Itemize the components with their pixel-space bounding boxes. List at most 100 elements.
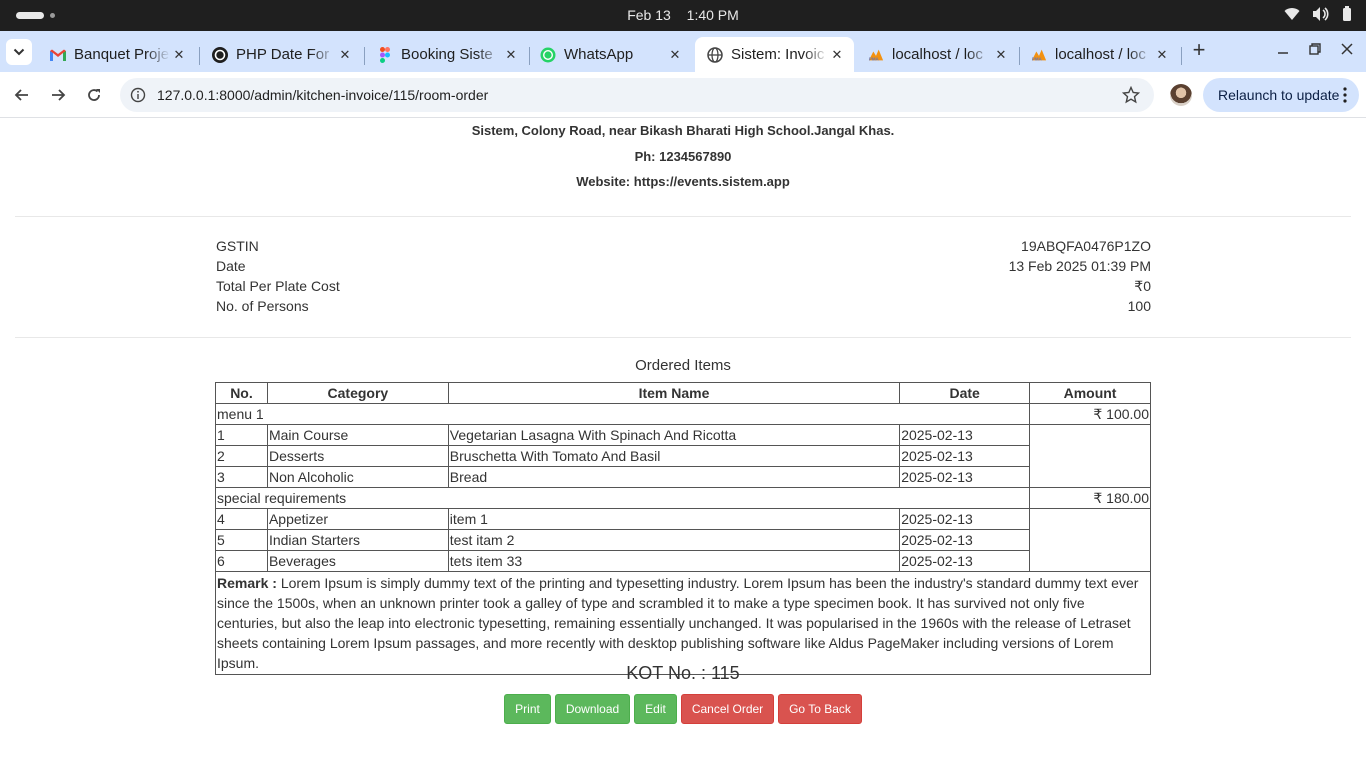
info-label: Date <box>216 258 246 274</box>
info-row-plate-cost: Total Per Plate Cost ₹0 <box>215 278 1151 298</box>
reload-icon[interactable] <box>84 85 104 105</box>
os-time: 1:40 PM <box>686 7 739 23</box>
row-item: test itam 2 <box>447 529 901 551</box>
invoice-page: Sistem, Colony Road, near Bikash Bharati… <box>0 119 1366 768</box>
table-row: 6 Beverages tets item 33 2025-02-13 <box>215 550 1151 572</box>
profile-avatar[interactable] <box>1170 84 1192 106</box>
close-icon[interactable]: ✕ <box>336 47 354 63</box>
tab-localhost-2[interactable]: PMA localhost / loc ✕ <box>1019 37 1179 72</box>
row-no: 2 <box>215 445 268 467</box>
tab-title: Sistem: Invoic <box>731 46 825 63</box>
minimize-button[interactable] <box>1277 42 1289 58</box>
row-category: Desserts <box>266 445 449 467</box>
whatsapp-icon <box>540 47 556 63</box>
volume-icon <box>1313 7 1329 21</box>
group-amount: ₹ 100.00 <box>1029 403 1151 425</box>
svg-text:PMA: PMA <box>869 56 880 61</box>
system-tray[interactable] <box>1284 6 1352 22</box>
row-no: 1 <box>215 424 268 446</box>
tab-title: PHP Date For <box>236 46 330 63</box>
close-icon[interactable]: ✕ <box>828 47 846 63</box>
os-clock[interactable]: Feb 13 1:40 PM <box>0 7 1366 23</box>
info-row-date: Date 13 Feb 2025 01:39 PM <box>215 258 1151 278</box>
close-window-button[interactable] <box>1341 42 1353 58</box>
tab-sistem-invoice[interactable]: Sistem: Invoic ✕ <box>695 37 854 72</box>
close-icon[interactable]: ✕ <box>666 47 684 63</box>
close-icon[interactable]: ✕ <box>502 47 520 63</box>
os-date: Feb 13 <box>627 7 671 23</box>
row-item: Vegetarian Lasagna With Spinach And Rico… <box>447 424 901 446</box>
column-header: No. <box>215 382 268 404</box>
row-item: Bruschetta With Tomato And Basil <box>447 445 901 467</box>
tab-whatsapp[interactable]: WhatsApp ✕ <box>528 37 692 72</box>
row-date: 2025-02-13 <box>899 508 1031 530</box>
row-no: 3 <box>215 466 268 488</box>
forward-arrow-icon[interactable] <box>48 85 68 105</box>
relaunch-label: Relaunch to update <box>1218 87 1340 103</box>
row-date: 2025-02-13 <box>899 550 1031 572</box>
info-row-persons: No. of Persons 100 <box>215 298 1151 318</box>
table-row: 3 Non Alcoholic Bread 2025-02-13 <box>215 466 1151 488</box>
tab-php-date[interactable]: PHP Date For ✕ <box>200 37 362 72</box>
remark-row: Remark : Lorem Ipsum is simply dummy tex… <box>215 571 1151 675</box>
tab-title: Booking Siste <box>401 46 493 63</box>
info-icon[interactable] <box>130 87 146 103</box>
more-vert-icon[interactable] <box>1343 87 1347 103</box>
new-tab-button[interactable]: + <box>1188 37 1210 62</box>
restore-button[interactable] <box>1309 42 1321 58</box>
bookmark-star-icon[interactable] <box>1122 86 1140 104</box>
cancel-order-button[interactable]: Cancel Order <box>681 694 774 724</box>
info-label: No. of Persons <box>216 298 309 314</box>
table-row: 5 Indian Starters test itam 2 2025-02-13 <box>215 529 1151 551</box>
url-text[interactable]: 127.0.0.1:8000/admin/kitchen-invoice/115… <box>157 87 488 103</box>
tab-title: Banquet Proje <box>74 46 170 63</box>
relaunch-button[interactable]: Relaunch to update <box>1203 78 1359 112</box>
business-phone: Ph: 1234567890 <box>634 149 732 164</box>
tab-banquet[interactable]: Banquet Proje ✕ <box>38 37 196 72</box>
business-address: Sistem, Colony Road, near Bikash Bharati… <box>471 123 895 138</box>
tab-title: WhatsApp <box>564 46 634 63</box>
tab-strip: Banquet Proje ✕ PHP Date For ✕ Booking S… <box>0 31 1366 72</box>
tab-booking[interactable]: Booking Siste ✕ <box>365 37 528 72</box>
table-row: 1 Main Course Vegetarian Lasagna With Sp… <box>215 424 1151 488</box>
address-bar[interactable]: 127.0.0.1:8000/admin/kitchen-invoice/115… <box>120 78 1154 112</box>
close-icon[interactable]: ✕ <box>992 47 1010 63</box>
group-amount: ₹ 180.00 <box>1029 487 1151 509</box>
battery-icon <box>1343 6 1351 21</box>
go-back-button[interactable]: Go To Back <box>778 694 862 724</box>
close-icon[interactable]: ✕ <box>1153 47 1171 63</box>
row-no: 5 <box>215 529 268 551</box>
tab-search-button[interactable] <box>6 39 32 65</box>
figma-icon <box>377 46 393 63</box>
print-button[interactable]: Print <box>504 694 551 724</box>
business-website: Website: https://events.sistem.app <box>576 174 790 189</box>
info-value: 19ABQFA0476P1ZO <box>1021 238 1151 254</box>
divider <box>15 337 1351 338</box>
group-name: special requirements <box>214 487 1031 509</box>
row-date: 2025-02-13 <box>899 466 1031 488</box>
tab-divider <box>1181 47 1182 65</box>
phpmyadmin-icon: PMA <box>868 47 884 63</box>
edit-button[interactable]: Edit <box>634 694 677 724</box>
row-category: Appetizer <box>266 508 449 530</box>
row-item: Bread <box>447 466 901 488</box>
close-icon[interactable]: ✕ <box>170 47 188 63</box>
info-label: Total Per Plate Cost <box>216 278 340 294</box>
os-top-bar: Feb 13 1:40 PM <box>0 0 1366 31</box>
tab-title: localhost / loc <box>1055 46 1146 63</box>
column-header: Amount <box>1029 382 1151 404</box>
ordered-items-table: No. Category Item Name Date Amount menu … <box>214 382 1151 675</box>
table-row: 4 Appetizer item 1 2025-02-13 <box>215 508 1151 572</box>
plus-icon: + <box>1192 37 1206 62</box>
info-value: ₹0 <box>1134 278 1151 294</box>
group-name: menu 1 <box>214 403 1031 425</box>
close-icon <box>1341 43 1353 55</box>
row-date: 2025-02-13 <box>899 424 1031 446</box>
download-button[interactable]: Download <box>555 694 630 724</box>
column-header: Item Name <box>447 382 901 404</box>
back-arrow-icon[interactable] <box>12 85 32 105</box>
tab-localhost-1[interactable]: PMA localhost / loc ✕ <box>856 37 1018 72</box>
phpmyadmin-icon: PMA <box>1031 47 1047 63</box>
column-header: Category <box>266 382 449 404</box>
row-date: 2025-02-13 <box>899 529 1031 551</box>
